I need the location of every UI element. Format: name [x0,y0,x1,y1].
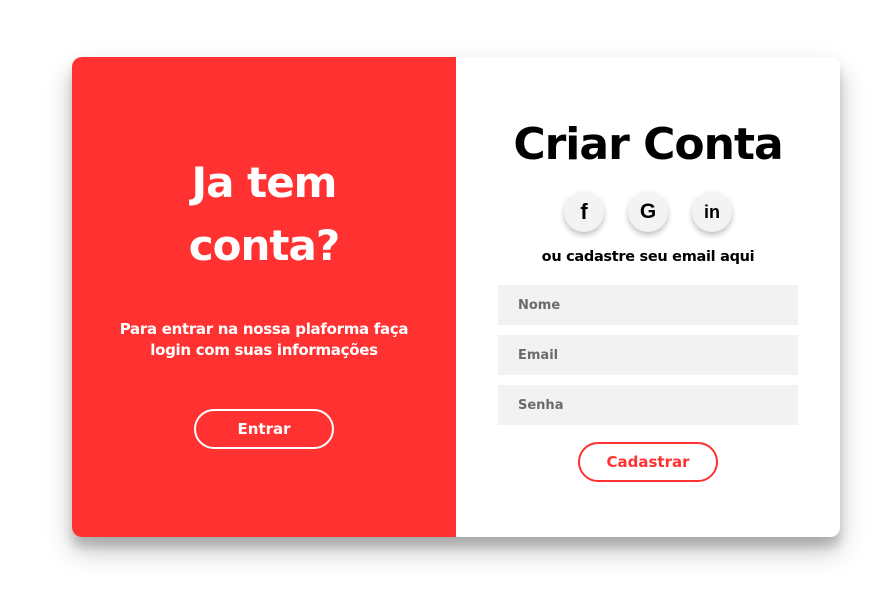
signin-panel: Ja tem conta? Para entrar na nossa plafo… [72,57,456,537]
signup-subtitle: ou cadastre seu email aqui [541,249,755,265]
signup-button[interactable]: Cadastrar [578,442,718,482]
signin-message-line2: login com suas informações [150,341,378,359]
signup-title: Criar Conta [513,119,783,170]
linkedin-icon: in [704,201,720,222]
social-login-buttons: f G in [456,192,840,232]
signup-panel: Criar Conta f G in ou cadastre seu email… [456,57,840,537]
signin-message: Para entrar na nossa plaforma faça login… [114,319,414,361]
name-field[interactable] [498,285,798,325]
auth-card: Ja tem conta? Para entrar na nossa plafo… [72,57,840,537]
signin-title-line2: conta? [188,221,340,270]
email-field[interactable] [498,335,798,375]
linkedin-button[interactable]: in [692,192,732,232]
signin-message-line1: Para entrar na nossa plaforma faça [119,320,409,338]
signin-title: Ja tem conta? [72,151,456,277]
facebook-icon: f [580,199,588,224]
password-field[interactable] [498,385,798,425]
signin-button[interactable]: Entrar [194,409,334,449]
google-button[interactable]: G [628,192,668,232]
signin-title-line1: Ja tem [191,158,338,207]
facebook-button[interactable]: f [564,192,604,232]
google-icon: G [639,200,657,223]
